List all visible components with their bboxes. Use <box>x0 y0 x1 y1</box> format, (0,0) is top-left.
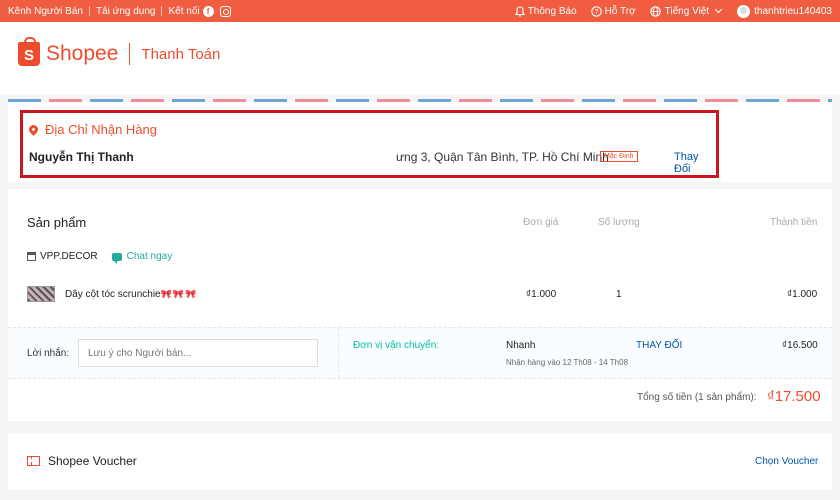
username: thanhtrieu140403 <box>754 5 832 17</box>
address-title: Địa Chỉ Nhận Hàng <box>45 122 158 137</box>
brand-name: Shopee <box>46 42 119 65</box>
bell-icon <box>514 5 525 17</box>
chat-now-label: Chat ngay <box>126 251 173 262</box>
shipping-method: Nhanh <box>506 340 536 351</box>
column-unit-price: Đơn giá <box>523 217 559 228</box>
avatar <box>737 4 751 18</box>
product-name-text: Dây cột tóc scrunchie <box>65 289 161 300</box>
address-text: ưng 3, Quận Tân Bình, TP. Hồ Chí Minh <box>396 150 609 164</box>
address-highlight-box: Địa Chỉ Nhận Hàng Nguyễn Thị Thanh ưng 3… <box>20 110 719 178</box>
chevron-down-icon <box>714 8 723 14</box>
message-input[interactable] <box>78 339 318 367</box>
account-menu[interactable]: thanhtrieu140403 <box>737 4 832 18</box>
facebook-icon[interactable]: f <box>202 5 214 17</box>
divider <box>129 43 131 65</box>
page-title: Thanh Toán <box>141 45 221 63</box>
default-badge: Mặc Định <box>600 151 638 162</box>
column-quantity: Số lượng <box>598 217 640 228</box>
download-app-link[interactable]: Tải ứng dụng <box>96 6 156 17</box>
store-icon <box>27 252 36 261</box>
recipient-name: Nguyễn Thị Thanh <box>29 150 134 164</box>
voucher-section: Shopee Voucher Chọn Voucher <box>8 434 832 490</box>
help-link[interactable]: ? Hỗ Trợ <box>590 5 636 17</box>
shop-name[interactable]: VPP.DECOR <box>40 251 98 262</box>
product-unit-price: ₫1.000 <box>526 289 557 300</box>
product-quantity: 1 <box>616 289 622 300</box>
shopee-bag-icon: S <box>18 37 40 66</box>
top-bar: Kênh Người Bán Tải ứng dụng Kết nối f Th… <box>0 0 840 22</box>
change-shipping-button[interactable]: THAY ĐỔI <box>636 340 682 351</box>
column-subtotal: Thành tiền <box>770 217 818 228</box>
products-title: Sản phẩm <box>27 215 87 230</box>
shipping-label: Đơn vị vận chuyển: <box>353 340 440 351</box>
page-header: S Shopee Thanh Toán <box>0 22 840 94</box>
help-icon: ? <box>590 5 602 17</box>
connect-label: Kết nối <box>168 5 200 17</box>
notifications-label: Thông Báo <box>527 5 577 17</box>
delivery-address-section: Địa Chỉ Nhận Hàng Nguyễn Thị Thanh ưng 3… <box>8 102 832 182</box>
products-section: Sản phẩm Đơn giá Số lượng Thành tiền VPP… <box>8 189 832 421</box>
language-selector[interactable]: Tiếng Việt <box>649 5 723 17</box>
instagram-icon[interactable] <box>219 5 231 17</box>
product-name[interactable]: Dây cột tóc scrunchie🎀🎀🎀 <box>65 289 197 300</box>
product-subtotal: ₫1.000 <box>787 289 818 300</box>
change-address-button[interactable]: Thay Đổi <box>674 151 716 175</box>
location-pin-icon <box>27 123 40 136</box>
total-value: ₫17.500 <box>767 388 821 405</box>
choose-voucher-button[interactable]: Chọn Voucher <box>755 456 818 467</box>
shipping-fee: ₫16.500 <box>782 340 818 351</box>
voucher-title: Shopee Voucher <box>48 454 137 468</box>
total-label: Tổng số tiền (1 sản phẩm): <box>637 392 757 403</box>
divider <box>161 6 163 16</box>
divider <box>88 6 90 16</box>
bow-decor: 🎀🎀🎀 <box>160 289 198 299</box>
voucher-icon <box>27 456 40 466</box>
address-heading: Địa Chỉ Nhận Hàng <box>27 122 158 137</box>
product-thumbnail[interactable] <box>27 286 55 302</box>
seller-channel-link[interactable]: Kênh Người Bán <box>8 6 83 17</box>
language-label: Tiếng Việt <box>664 5 710 17</box>
message-label: Lời nhắn: <box>27 348 70 359</box>
shop-row: VPP.DECOR Chat ngay <box>27 251 173 264</box>
chat-now-button[interactable]: Chat ngay <box>111 251 173 264</box>
globe-icon <box>649 5 661 17</box>
help-label: Hỗ Trợ <box>604 5 636 17</box>
shipping-eta: Nhận hàng vào 12 Th08 - 14 Th08 <box>506 358 629 367</box>
notifications-link[interactable]: Thông Báo <box>514 5 577 17</box>
shopee-logo[interactable]: S Shopee Thanh Toán <box>18 37 221 66</box>
chat-icon <box>111 252 122 264</box>
message-shipping-row: Lời nhắn: Đơn vị vận chuyển: Nhanh Nhận … <box>8 327 832 379</box>
divider <box>338 328 339 378</box>
svg-text:?: ? <box>594 9 598 16</box>
